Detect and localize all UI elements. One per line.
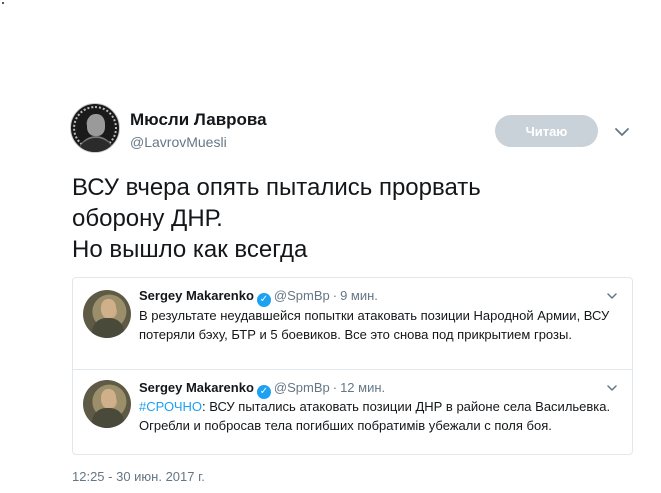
quoted-tweet-header: Sergey Makarenko ✓ @SpmBp · 9 мин.	[139, 288, 378, 307]
quoted-author-handle[interactable]: @SpmBp	[274, 288, 330, 303]
tweet-page: Мюсли Лаврова @LavrovMuesli Читаю ВСУ вч…	[0, 0, 661, 493]
quoted-tweet-text: В результате неудавшейся попытки атакова…	[139, 308, 610, 342]
quoted-author-name[interactable]: Sergey Makarenko	[139, 288, 254, 303]
author-display-name[interactable]: Мюсли Лаврова	[130, 110, 267, 130]
tweet-text: ВСУ вчера опять пытались прорвать оборон…	[72, 172, 632, 265]
quoted-tweet-time[interactable]: 9 мин.	[340, 288, 378, 303]
caret-down-icon[interactable]	[606, 382, 618, 394]
quoted-tweet[interactable]: Sergey Makarenko ✓ @SpmBp · 9 мин. В результ…	[73, 278, 632, 370]
quoted-tweet-time[interactable]: 12 мин.	[340, 380, 385, 395]
tweet-header: Мюсли Лаврова @LavrovMuesli Читаю	[70, 103, 640, 159]
caret-down-icon[interactable]	[606, 290, 618, 302]
caret-down-icon[interactable]	[613, 123, 631, 141]
tweet-timestamp[interactable]: 12:25 - 30 июн. 2017 г.	[72, 469, 205, 484]
quoted-tweets-box[interactable]: Sergey Makarenko ✓ @SpmBp · 9 мин. В результ…	[72, 277, 633, 455]
quoted-author-name[interactable]: Sergey Makarenko	[139, 380, 254, 395]
following-button[interactable]: Читаю	[495, 115, 598, 147]
author-avatar[interactable]	[70, 103, 120, 153]
separator-dot: ·	[332, 380, 338, 395]
verified-badge-icon: ✓	[256, 293, 271, 307]
quoted-author-avatar[interactable]	[83, 290, 131, 338]
author-handle[interactable]: @LavrovMuesli	[130, 133, 267, 151]
quoted-tweet-text-rest: : ВСУ пытались атаковать позиции ДНР в р…	[139, 399, 611, 433]
hashtag-link[interactable]: #СРОЧНО	[139, 399, 202, 414]
avatar-head	[101, 389, 116, 408]
corner-artifact	[2, 2, 4, 4]
quoted-tweet[interactable]: Sergey Makarenko ✓ @SpmBp · 12 мин. #СРОЧНО:…	[73, 370, 632, 456]
avatar-head	[101, 299, 116, 318]
quoted-author-avatar[interactable]	[83, 380, 131, 428]
avatar-face	[87, 114, 105, 136]
author-names: Мюсли Лаврова @LavrovMuesli	[130, 110, 267, 151]
avatar-body	[92, 408, 124, 428]
avatar-body	[92, 318, 124, 338]
tweet-text-line: оборону ДНР.	[72, 205, 223, 232]
tweet-text-line: ВСУ вчера опять пытались прорвать	[72, 174, 481, 201]
tweet-text-line: Но вышло как всегда	[72, 236, 308, 263]
separator-dot: ·	[332, 288, 338, 303]
quoted-author-handle[interactable]: @SpmBp	[274, 380, 330, 395]
quoted-tweet-text: #СРОЧНО: ВСУ пытались атаковать позиции …	[139, 397, 619, 435]
